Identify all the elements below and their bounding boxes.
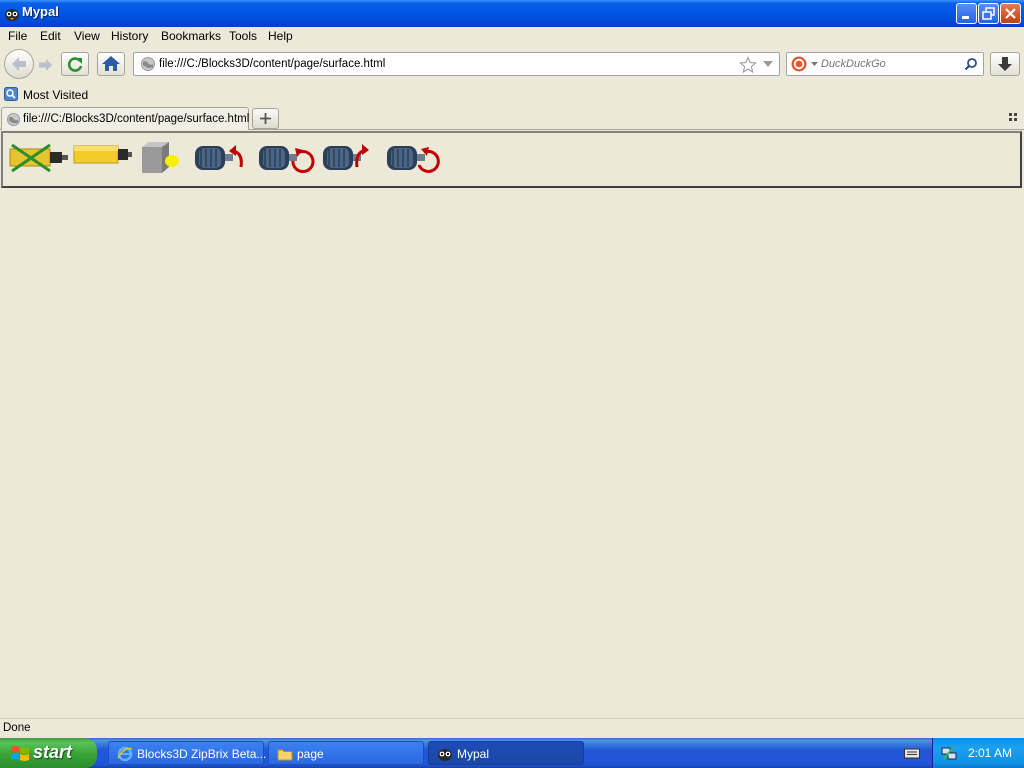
restore-button[interactable] — [978, 3, 999, 24]
status-bar: Done — [0, 718, 1024, 738]
home-button[interactable] — [97, 52, 125, 76]
download-arrow-icon — [998, 57, 1012, 71]
menu-edit[interactable]: Edit — [40, 29, 61, 43]
site-globe-icon — [141, 57, 155, 71]
close-button[interactable] — [1000, 3, 1021, 24]
motor-block-button[interactable] — [139, 137, 185, 181]
list-all-tabs-icon[interactable] — [1009, 112, 1019, 122]
start-label: start — [33, 742, 73, 762]
menu-tools[interactable]: Tools — [229, 29, 257, 43]
forward-button[interactable] — [34, 54, 56, 76]
minimize-icon — [962, 16, 969, 19]
back-button[interactable] — [4, 49, 34, 79]
bookmark-star-icon[interactable] — [739, 56, 757, 74]
menu-help[interactable]: Help — [268, 29, 293, 43]
downloads-button[interactable] — [990, 52, 1020, 76]
system-tray: 2:01 AM — [932, 738, 1024, 768]
crossed-hinge-button[interactable] — [8, 137, 70, 181]
motor-rotate-left-button[interactable] — [191, 137, 251, 181]
minimize-button[interactable] — [956, 3, 977, 24]
tab-surface[interactable]: file:///C:/Blocks3D/content/page/surface… — [1, 107, 249, 130]
network-icon[interactable] — [941, 745, 957, 761]
keyboard-icon[interactable] — [904, 747, 920, 759]
menu-history[interactable]: History — [111, 29, 148, 43]
bookmarks-toolbar: Most Visited — [0, 84, 1024, 106]
reload-icon — [67, 57, 83, 72]
reload-button[interactable] — [61, 52, 89, 76]
tool-icon-panel — [1, 131, 1022, 188]
window-title: Mypal — [22, 4, 59, 19]
taskbar-item-label: Mypal — [457, 747, 490, 761]
duckduckgo-icon[interactable] — [791, 56, 807, 72]
hinge-button[interactable] — [73, 137, 133, 181]
motor-rotate-cw-button[interactable] — [383, 137, 443, 181]
clock[interactable]: 2:01 AM — [968, 746, 1012, 760]
url-bar[interactable] — [133, 52, 780, 76]
menu-file[interactable]: File — [8, 29, 27, 43]
taskbar-item-blocks3d[interactable]: Blocks3D ZipBrix Beta... — [108, 741, 267, 765]
folder-icon — [277, 749, 293, 761]
restore-icon — [982, 7, 995, 20]
menu-view[interactable]: View — [74, 29, 100, 43]
status-text: Done — [3, 722, 31, 734]
search-bar[interactable] — [786, 52, 984, 76]
url-history-dropdown-icon[interactable] — [763, 61, 773, 68]
windows-logo-icon — [11, 746, 29, 761]
home-icon — [102, 56, 120, 71]
search-input[interactable] — [821, 55, 956, 73]
motor-rotate-ccw-button[interactable] — [255, 137, 315, 181]
search-icon[interactable] — [964, 57, 978, 71]
taskbar-item-label: page — [297, 747, 324, 761]
new-tab-button[interactable] — [252, 108, 279, 129]
back-arrow-icon — [12, 57, 26, 71]
taskbar-item-label: Blocks3D ZipBrix Beta... — [137, 747, 267, 761]
mypal-app-icon — [5, 9, 19, 21]
taskbar-item-mypal[interactable]: Mypal — [428, 741, 584, 765]
tab-strip: file:///C:/Blocks3D/content/page/surface… — [0, 106, 1024, 130]
url-input[interactable] — [159, 55, 729, 73]
mypal-icon — [438, 749, 452, 761]
page-content — [0, 130, 1024, 718]
title-bar: Mypal — [0, 0, 1024, 27]
search-engine-dropdown-icon[interactable] — [811, 62, 818, 67]
most-visited-bookmark[interactable]: Most Visited — [23, 88, 88, 102]
menu-bar: File Edit View History Bookmarks Tools H… — [0, 27, 1024, 46]
plus-icon — [260, 113, 271, 124]
navigation-toolbar — [0, 46, 1024, 84]
start-button[interactable]: start — [0, 738, 97, 768]
taskbar-item-page[interactable]: page — [268, 741, 424, 765]
menu-bookmarks[interactable]: Bookmarks — [161, 29, 221, 43]
motor-rotate-right-button[interactable] — [319, 137, 379, 181]
most-visited-folder-icon — [4, 87, 18, 101]
close-icon — [1005, 8, 1016, 19]
tab-label: file:///C:/Blocks3D/content/page/surface… — [23, 113, 250, 125]
internet-explorer-icon — [117, 746, 133, 762]
tab-globe-icon — [6, 112, 21, 127]
taskbar: start Blocks3D ZipBrix Beta... page Mypa… — [0, 738, 1024, 768]
forward-arrow-icon — [39, 59, 52, 71]
